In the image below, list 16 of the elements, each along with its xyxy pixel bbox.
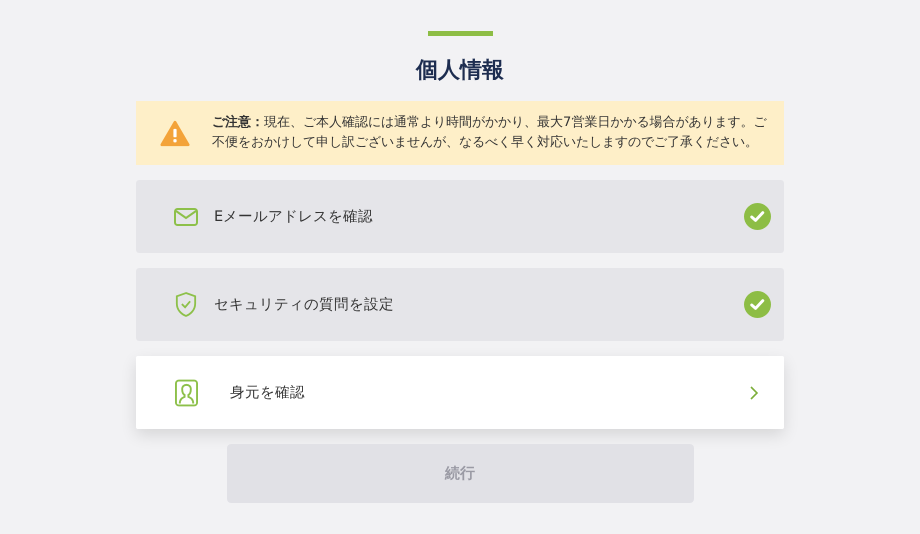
step-label: 身元を確認 <box>230 384 306 402</box>
step-label: Eメールアドレスを確認 <box>214 208 374 226</box>
check-icon <box>744 203 771 230</box>
envelope-icon <box>174 208 198 226</box>
chevron-icon <box>750 386 758 400</box>
step-card[interactable]: 身元を確認 <box>136 356 784 429</box>
check-icon <box>744 291 771 318</box>
shield-icon <box>175 291 197 318</box>
step-card[interactable]: セキュリティの質問を設定 <box>136 268 784 341</box>
warning-icon <box>160 120 190 146</box>
accent-bar <box>428 31 492 36</box>
step-label: セキュリティの質問を設定 <box>214 296 395 314</box>
person-icon <box>174 378 198 406</box>
step-card[interactable]: Eメールアドレスを確認 <box>136 180 784 253</box>
page-title: 個人情報 <box>416 57 504 85</box>
notice-text: ご注意：現在、ご本人確認には通常より時間がかかり、最大7営業日かかる場合があります。ご不便をおかけして申し訳ございませんが、なるべく早く対応いたしますのでご了承ください。 <box>212 114 768 152</box>
